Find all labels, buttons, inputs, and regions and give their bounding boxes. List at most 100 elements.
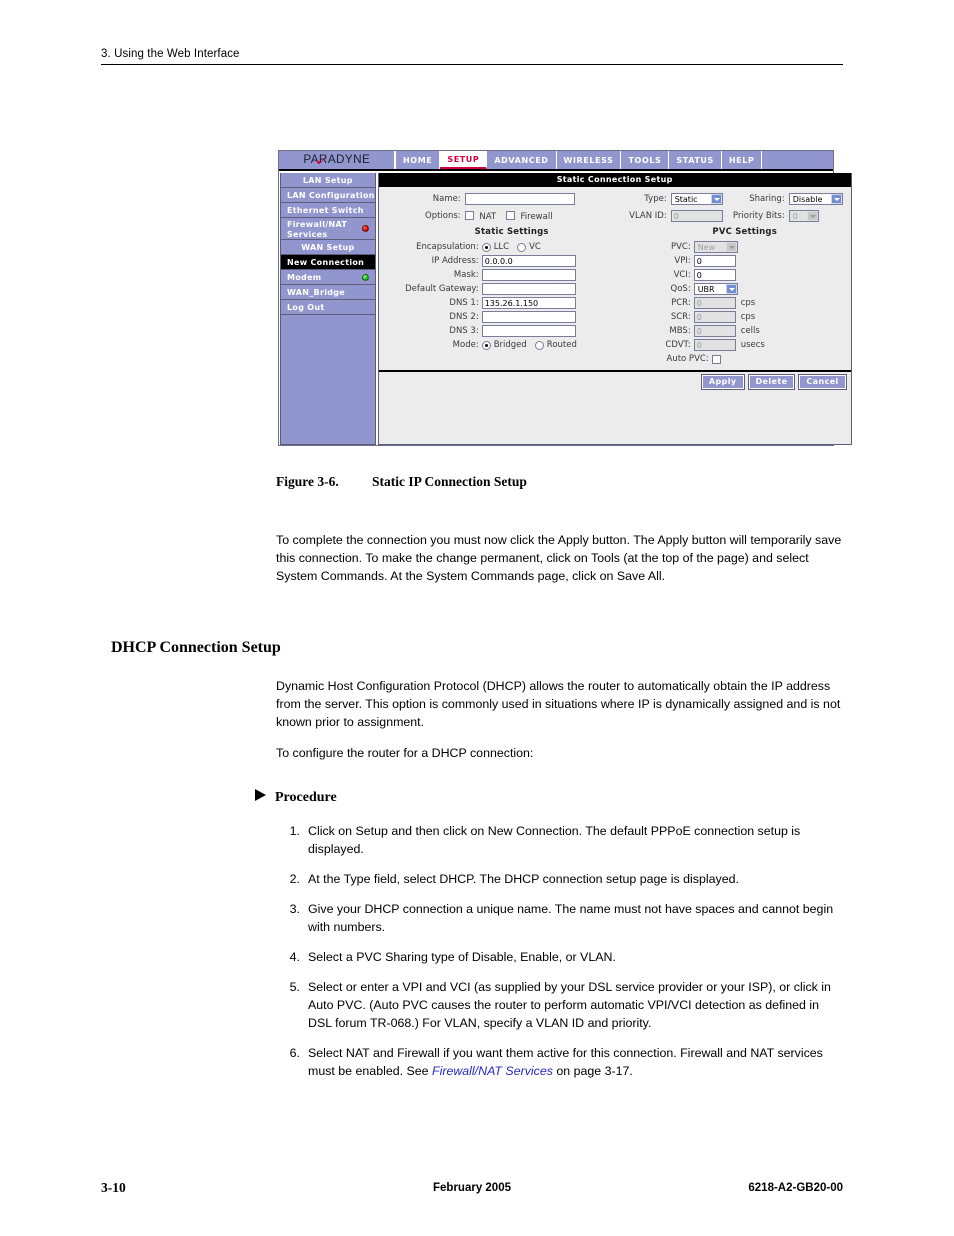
sidebar-item-log-out[interactable]: Log Out [281, 300, 375, 315]
mbs-input[interactable]: 0 [693, 325, 736, 337]
cancel-button[interactable]: Cancel [798, 374, 847, 390]
chevron-down-icon [806, 211, 818, 221]
router-ui-screenshot: PARADYNE HOME SETUP ADVANCED WIRELESS TO… [278, 150, 852, 446]
cdvt-input[interactable]: 0 [693, 339, 736, 351]
sidebar-item-firewall-nat-label: Firewall/NAT Services [287, 220, 348, 239]
mode-label: Mode: [452, 340, 479, 350]
dns1-input[interactable]: 135.26.1.150 [481, 297, 576, 309]
page-footer: 3-10 February 2005 6218-A2-GB20-00 [101, 1180, 843, 1198]
name-input[interactable] [464, 193, 575, 205]
step-number: 6. [289, 1046, 300, 1060]
nav-tab-status[interactable]: STATUS [669, 151, 722, 169]
priority-bits-select[interactable]: 0 [788, 210, 819, 222]
nav-tab-help[interactable]: HELP [721, 151, 763, 169]
mode-bridged-radio[interactable] [481, 340, 491, 350]
auto-pvc-checkbox[interactable] [711, 354, 721, 364]
form-row-name: Name: Type: Static Sharing: Disable [387, 193, 843, 205]
sidebar-item-lan-configuration[interactable]: LAN Configuration [281, 188, 375, 203]
chevron-down-icon [725, 284, 737, 294]
row-qos: QoS: UBR [647, 282, 843, 296]
nav-tab-setup[interactable]: SETUP [440, 151, 488, 169]
pvc-settings-title: PVC Settings [712, 227, 777, 237]
paradyne-logo: PARADYNE [279, 151, 396, 169]
sidebar-item-ethernet-switch[interactable]: Ethernet Switch [281, 203, 375, 218]
nav-tab-advanced[interactable]: ADVANCED [487, 151, 557, 169]
apply-paragraph: To complete the connection you must now … [276, 533, 842, 583]
sidebar-item-modem-label: Modem [287, 273, 322, 282]
sidebar-item-wan-bridge[interactable]: WAN_Bridge [281, 285, 375, 300]
router-body: LAN Setup LAN Configuration Ethernet Swi… [279, 171, 852, 445]
dns2-label: DNS 2: [449, 312, 479, 322]
mbs-units: cells [740, 326, 760, 336]
list-item: 6. Select NAT and Firewall if you want t… [280, 1044, 846, 1080]
encapsulation-vc-radio[interactable] [517, 242, 527, 252]
delete-button[interactable]: Delete [747, 374, 796, 390]
nav-tab-tools[interactable]: TOOLS [621, 151, 670, 169]
row-mask: Mask: [387, 268, 637, 282]
pvc-label: PVC: [670, 242, 691, 252]
dns3-input[interactable] [481, 325, 576, 337]
sidebar-item-lan-setup[interactable]: LAN Setup [281, 173, 375, 188]
row-default-gateway: Default Gateway: [387, 282, 637, 296]
firewall-label: Firewall [520, 211, 553, 222]
dns1-label: DNS 1: [449, 298, 479, 308]
mode-routed-radio[interactable] [534, 340, 544, 350]
step-number: 3. [289, 902, 300, 916]
status-led-green-icon [361, 274, 369, 281]
mode-routed-label: Routed [546, 340, 577, 350]
encapsulation-llc-radio[interactable] [481, 242, 491, 252]
triangle-right-icon [255, 789, 266, 801]
nav-filler [762, 151, 833, 169]
row-auto-pvc: Auto PVC: [647, 352, 843, 366]
options-label: Options: [425, 211, 461, 221]
step-text: Select a PVC Sharing type of Disable, En… [308, 950, 616, 964]
priority-bits-label: Priority Bits: [732, 211, 785, 221]
step-text: Give your DHCP connection a unique name.… [308, 902, 834, 934]
procedure-steps-list: 1. Click on Setup and then click on New … [280, 822, 846, 1092]
list-item: 4. Select a PVC Sharing type of Disable,… [280, 948, 846, 966]
row-dns3: DNS 3: [387, 324, 637, 338]
pcr-units: cps [740, 298, 756, 308]
sidebar-item-new-connection[interactable]: New Connection [281, 255, 375, 270]
vlan-id-input[interactable]: 0 [670, 210, 723, 222]
encapsulation-llc-label: LLC [493, 242, 510, 252]
ip-address-input[interactable]: 0.0.0.0 [481, 255, 576, 267]
priority-bits-value: 0 [792, 212, 798, 221]
static-settings-title: Static Settings [474, 227, 549, 237]
scr-input[interactable]: 0 [693, 311, 736, 323]
figure-title: Static IP Connection Setup [372, 474, 527, 489]
step-text: Select or enter a VPI and VCI (as suppli… [308, 980, 831, 1030]
vlan-id-label: VLAN ID: [629, 211, 667, 221]
pvc-select[interactable]: New [693, 241, 738, 253]
sidebar-item-modem[interactable]: Modem [281, 270, 375, 285]
pcr-label: PCR: [671, 298, 691, 308]
nat-checkbox[interactable] [464, 210, 474, 220]
sharing-select[interactable]: Disable [788, 193, 843, 205]
static-settings-group: Static Settings Encapsulation: LLC VC IP… [387, 227, 637, 366]
vci-input[interactable]: 0 [693, 269, 736, 281]
cdvt-label: CDVT: [665, 340, 691, 350]
apply-button[interactable]: Apply [700, 374, 745, 390]
dns2-input[interactable] [481, 311, 576, 323]
form-row-options: Options: NAT Firewall VLAN ID: 0 Priorit… [387, 210, 843, 222]
pcr-input[interactable]: 0 [693, 297, 736, 309]
vpi-input[interactable]: 0 [693, 255, 736, 267]
nav-tab-home[interactable]: HOME [396, 151, 441, 169]
sidebar-item-firewall-nat-services[interactable]: Firewall/NAT Services [281, 218, 375, 240]
sidebar-item-wan-setup[interactable]: WAN Setup [281, 240, 375, 255]
default-gateway-input[interactable] [481, 283, 576, 295]
figure-caption: Figure 3-6. Static IP Connection Setup [276, 474, 527, 490]
qos-select[interactable]: UBR [693, 283, 738, 295]
nav-tab-wireless[interactable]: WIRELESS [556, 151, 622, 169]
firewall-checkbox[interactable] [505, 210, 515, 220]
type-select[interactable]: Static [670, 193, 723, 205]
vpi-label: VPI: [674, 256, 691, 266]
procedure-heading-label: Procedure [275, 790, 337, 805]
cross-reference-link[interactable]: Firewall/NAT Services [432, 1064, 553, 1078]
row-vpi: VPI: 0 [647, 254, 843, 268]
auto-pvc-label: Auto PVC: [666, 354, 709, 364]
panel-title: Static Connection Setup [378, 173, 851, 187]
connection-form: Name: Type: Static Sharing: Disable Opti… [378, 187, 851, 372]
mask-input[interactable] [481, 269, 576, 281]
panel-button-bar: Apply Delete Cancel [378, 372, 851, 392]
